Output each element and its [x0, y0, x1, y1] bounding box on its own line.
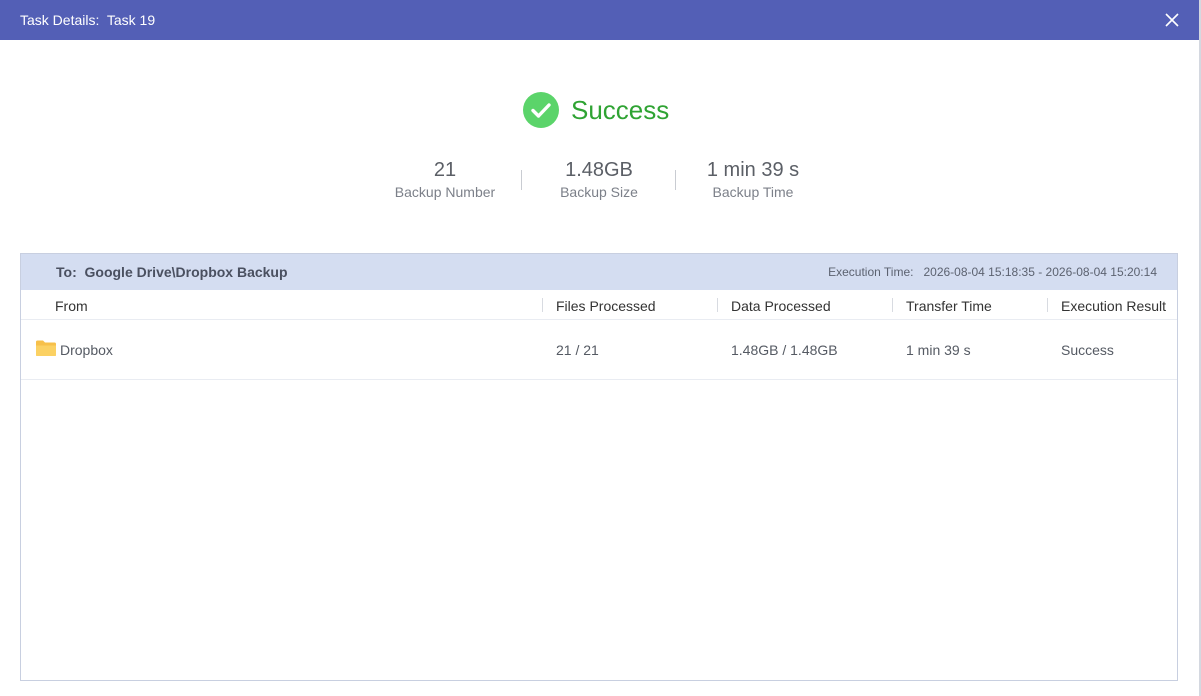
row-data-processed: 1.48GB / 1.48GB [731, 342, 838, 358]
table-row[interactable]: Dropbox 21 / 21 1.48GB / 1.48GB 1 min 39… [21, 320, 1177, 380]
details-panel: To: Google Drive\Dropbox Backup Executio… [20, 253, 1178, 681]
row-from: Dropbox [60, 342, 113, 358]
column-divider [892, 298, 893, 312]
close-icon [1165, 13, 1179, 27]
stat-label: Backup Size [560, 184, 638, 200]
column-header-files-processed[interactable]: Files Processed [556, 298, 656, 314]
stat-backup-size: 1.48GB Backup Size [524, 158, 674, 201]
stat-value: 1.48GB [565, 159, 633, 181]
stat-value: 1 min 39 s [706, 159, 800, 181]
stat-value: 21 [433, 159, 457, 181]
column-header-execution-result[interactable]: Execution Result [1061, 298, 1166, 314]
stat-divider [521, 170, 522, 190]
row-transfer-time: 1 min 39 s [906, 342, 971, 358]
dialog-titlebar: Task Details: Task 19 [0, 0, 1199, 40]
column-divider [1047, 298, 1048, 312]
stat-divider [675, 170, 676, 190]
execution-time: Execution Time: 2026-08-04 15:18:35 - 20… [828, 265, 1157, 279]
column-header-transfer-time[interactable]: Transfer Time [906, 298, 992, 314]
row-execution-result: Success [1061, 342, 1114, 358]
stat-label: Backup Time [712, 184, 794, 200]
status-text: Success [571, 95, 670, 125]
column-header-data-processed[interactable]: Data Processed [731, 298, 831, 314]
dialog-title: Task Details: Task 19 [20, 12, 156, 28]
folder-icon [36, 340, 56, 356]
column-divider [717, 298, 718, 312]
task-details-dialog: Task Details: Task 19 Success 21 Backup … [0, 0, 1201, 696]
task-status: Success [523, 92, 669, 128]
stat-backup-time: 1 min 39 s Backup Time [678, 158, 828, 201]
check-circle-icon [523, 92, 559, 128]
close-button[interactable] [1160, 8, 1184, 32]
column-divider [542, 298, 543, 312]
panel-header: To: Google Drive\Dropbox Backup Executio… [21, 254, 1177, 290]
stat-backup-number: 21 Backup Number [370, 158, 520, 201]
destination-label: To: Google Drive\Dropbox Backup [56, 264, 288, 280]
table-header: From Files Processed Data Processed Tran… [21, 290, 1177, 320]
stat-label: Backup Number [394, 184, 496, 200]
column-header-from[interactable]: From [55, 298, 88, 314]
row-files-processed: 21 / 21 [556, 342, 599, 358]
